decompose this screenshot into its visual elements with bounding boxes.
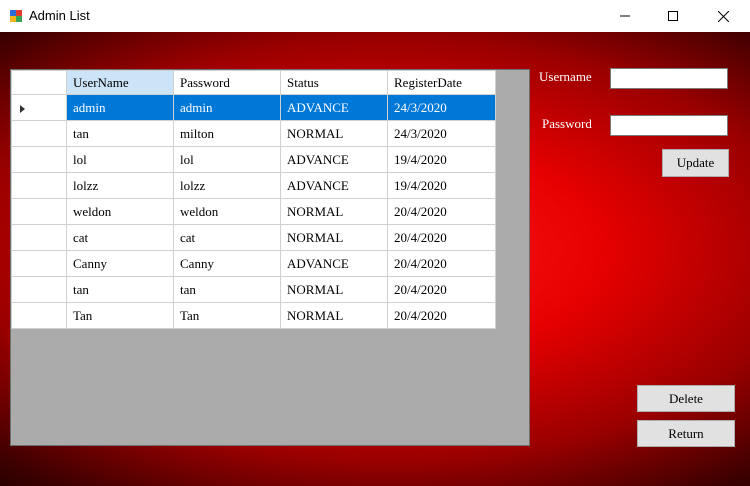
column-header-username[interactable]: UserName <box>66 70 174 95</box>
cell-username[interactable]: lol <box>66 146 174 173</box>
row-header[interactable] <box>11 224 67 251</box>
admin-table: UserName Password Status RegisterDate ad… <box>11 70 496 329</box>
close-icon <box>717 10 729 22</box>
cell-password[interactable]: lol <box>173 146 281 173</box>
row-header[interactable] <box>11 302 67 329</box>
cell-password[interactable]: Canny <box>173 250 281 277</box>
minimize-button[interactable] <box>602 0 648 32</box>
table-row[interactable]: tan tan NORMAL 20/4/2020 <box>11 276 496 303</box>
password-input[interactable] <box>610 115 728 136</box>
table-row[interactable]: Tan Tan NORMAL 20/4/2020 <box>11 302 496 329</box>
table-row[interactable]: weldon weldon NORMAL 20/4/2020 <box>11 198 496 225</box>
row-header[interactable] <box>11 198 67 225</box>
admin-data-grid[interactable]: UserName Password Status RegisterDate ad… <box>10 69 530 446</box>
cell-registerdate[interactable]: 20/4/2020 <box>387 250 496 277</box>
cell-registerdate[interactable]: 20/4/2020 <box>387 302 496 329</box>
row-header[interactable] <box>11 250 67 277</box>
minimize-icon <box>620 15 630 17</box>
title-bar: Admin List <box>0 0 750 32</box>
cell-status[interactable]: ADVANCE <box>280 146 388 173</box>
table-row[interactable]: lol lol ADVANCE 19/4/2020 <box>11 146 496 173</box>
maximize-icon <box>668 11 678 21</box>
cell-username[interactable]: lolzz <box>66 172 174 199</box>
cell-password[interactable]: cat <box>173 224 281 251</box>
cell-username[interactable]: cat <box>66 224 174 251</box>
username-input[interactable] <box>610 68 728 89</box>
cell-registerdate[interactable]: 24/3/2020 <box>387 120 496 147</box>
return-button[interactable]: Return <box>637 420 735 447</box>
cell-status[interactable]: ADVANCE <box>280 172 388 199</box>
cell-password[interactable]: Tan <box>173 302 281 329</box>
app-icon <box>9 9 23 23</box>
window-title: Admin List <box>29 8 90 23</box>
update-button[interactable]: Update <box>662 149 729 177</box>
cell-registerdate[interactable]: 20/4/2020 <box>387 276 496 303</box>
delete-button[interactable]: Delete <box>637 385 735 412</box>
current-row-arrow-icon <box>20 104 25 113</box>
cell-status[interactable]: NORMAL <box>280 276 388 303</box>
cell-registerdate[interactable]: 20/4/2020 <box>387 224 496 251</box>
maximize-button[interactable] <box>650 0 696 32</box>
row-header[interactable] <box>11 120 67 147</box>
cell-username[interactable]: tan <box>66 120 174 147</box>
cell-username[interactable]: Canny <box>66 250 174 277</box>
cell-username[interactable]: admin <box>66 94 174 121</box>
table-row[interactable]: Canny Canny ADVANCE 20/4/2020 <box>11 250 496 277</box>
cell-status[interactable]: NORMAL <box>280 120 388 147</box>
cell-password[interactable]: lolzz <box>173 172 281 199</box>
cell-password[interactable]: weldon <box>173 198 281 225</box>
cell-registerdate[interactable]: 19/4/2020 <box>387 172 496 199</box>
cell-registerdate[interactable]: 19/4/2020 <box>387 146 496 173</box>
cell-username[interactable]: Tan <box>66 302 174 329</box>
cell-status[interactable]: ADVANCE <box>280 250 388 277</box>
row-header[interactable] <box>11 172 67 199</box>
cell-status[interactable]: NORMAL <box>280 224 388 251</box>
column-header-password[interactable]: Password <box>173 70 281 95</box>
column-header-registerdate[interactable]: RegisterDate <box>387 70 496 95</box>
cell-status[interactable]: NORMAL <box>280 302 388 329</box>
cell-status[interactable]: NORMAL <box>280 198 388 225</box>
cell-registerdate[interactable]: 24/3/2020 <box>387 94 496 121</box>
row-header[interactable] <box>11 146 67 173</box>
cell-username[interactable]: tan <box>66 276 174 303</box>
cell-username[interactable]: weldon <box>66 198 174 225</box>
cell-status[interactable]: ADVANCE <box>280 94 388 121</box>
cell-password[interactable]: tan <box>173 276 281 303</box>
form-client-area: UserName Password Status RegisterDate ad… <box>0 32 750 486</box>
column-header-status[interactable]: Status <box>280 70 388 95</box>
row-header-corner <box>11 70 67 95</box>
table-row[interactable]: cat cat NORMAL 20/4/2020 <box>11 224 496 251</box>
password-label: Password <box>542 116 592 131</box>
table-row[interactable]: admin admin ADVANCE 24/3/2020 <box>11 94 496 121</box>
close-button[interactable] <box>700 0 746 32</box>
row-header[interactable] <box>11 94 67 121</box>
cell-registerdate[interactable]: 20/4/2020 <box>387 198 496 225</box>
table-row[interactable]: tan milton NORMAL 24/3/2020 <box>11 120 496 147</box>
header-row: UserName Password Status RegisterDate <box>11 70 496 95</box>
username-label: Username <box>539 69 592 84</box>
cell-password[interactable]: admin <box>173 94 281 121</box>
cell-password[interactable]: milton <box>173 120 281 147</box>
row-header[interactable] <box>11 276 67 303</box>
table-row[interactable]: lolzz lolzz ADVANCE 19/4/2020 <box>11 172 496 199</box>
